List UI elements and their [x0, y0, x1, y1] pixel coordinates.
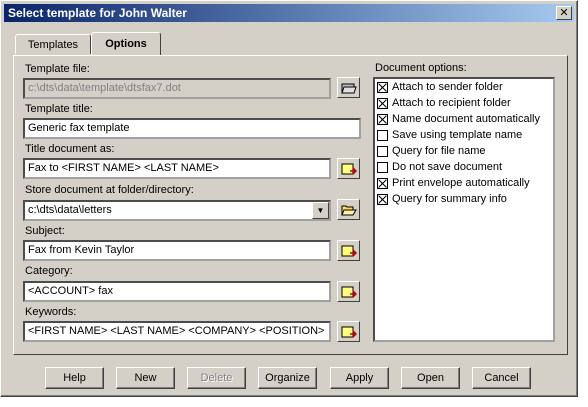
window-title: Select template for John Walter	[8, 6, 187, 20]
open-button[interactable]: Open	[401, 367, 460, 389]
tab-options-label: Options	[105, 38, 147, 50]
close-button[interactable]: ✕	[556, 6, 572, 20]
options-panel	[13, 55, 568, 355]
cancel-button[interactable]: Cancel	[472, 367, 531, 389]
delete-button[interactable]: Delete	[187, 367, 246, 389]
organize-button-label: Organize	[265, 372, 310, 384]
organize-button[interactable]: Organize	[258, 367, 317, 389]
tab-templates[interactable]: Templates	[15, 34, 91, 54]
help-button-label: Help	[63, 372, 86, 384]
help-button[interactable]: Help	[45, 367, 104, 389]
apply-button-label: Apply	[345, 372, 374, 384]
open-button-label: Open	[417, 372, 444, 384]
new-button-label: New	[134, 372, 157, 384]
cancel-button-label: Cancel	[484, 372, 519, 384]
delete-button-label: Delete	[200, 372, 233, 384]
apply-button[interactable]: Apply	[330, 367, 389, 389]
new-button[interactable]: New	[116, 367, 175, 389]
dialog-window: Select template for John Walter ✕ Templa…	[0, 0, 578, 397]
tab-templates-label: Templates	[27, 38, 79, 51]
close-icon: ✕	[559, 6, 569, 19]
tab-options[interactable]: Options	[91, 32, 161, 55]
title-bar: Select template for John Walter ✕	[4, 4, 574, 22]
